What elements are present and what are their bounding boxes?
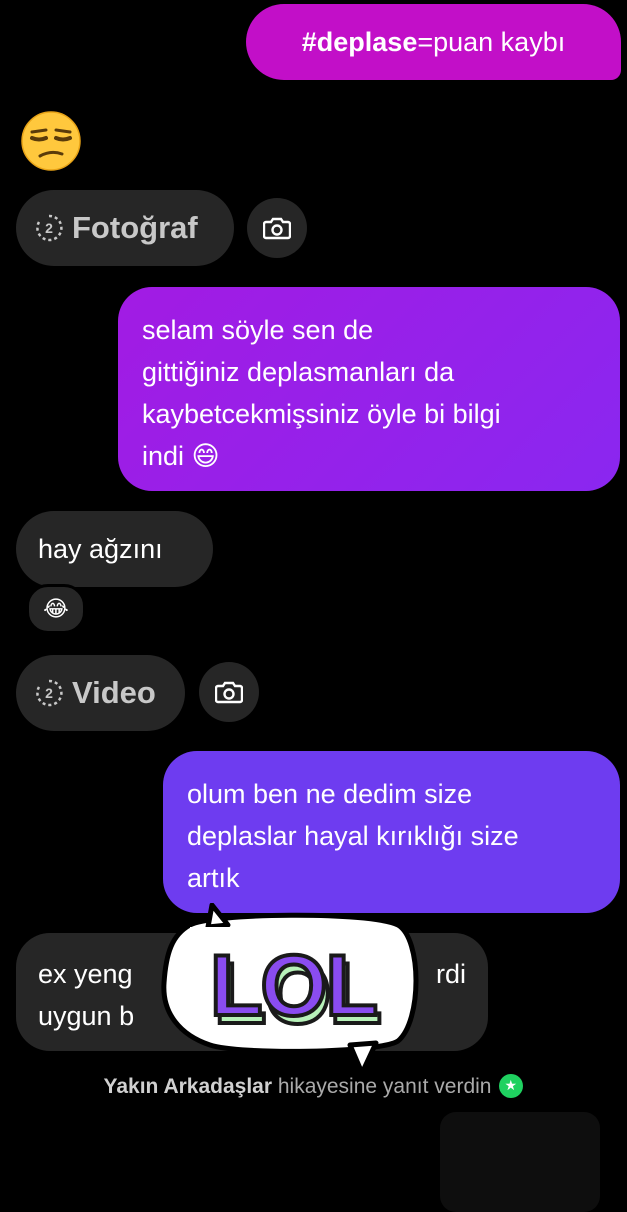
photo-label: Fotoğraf	[72, 210, 198, 245]
view-once-photo[interactable]: 2 Fotoğraf	[16, 190, 234, 266]
close-friends-label: Yakın Arkadaşlar	[103, 1075, 273, 1098]
svg-text:2: 2	[45, 220, 53, 236]
reaction-badge[interactable]: 😂	[26, 584, 86, 634]
incoming-message-1[interactable]: hay ağzını	[16, 511, 213, 587]
story-reply-text: hikayesine yanıt verdin	[272, 1075, 492, 1098]
sticker-text: LOL	[210, 938, 376, 1034]
message-text: =puan kaybı	[417, 27, 566, 57]
lol-sticker[interactable]: LOL LOL	[150, 902, 430, 1076]
hashtag-link[interactable]: #deplase	[302, 21, 418, 63]
camera-reply-button[interactable]	[199, 662, 259, 722]
camera-icon	[215, 681, 243, 704]
svg-text:2: 2	[45, 685, 53, 701]
close-friends-star-icon	[499, 1074, 524, 1098]
message-line: selam söyle sen de	[142, 315, 374, 345]
message-line: gittiğiniz deplasmanları da	[142, 357, 455, 387]
view-once-icon: 2	[36, 214, 63, 242]
story-thumbnail[interactable]	[440, 1112, 600, 1212]
message-text: hay ağzını	[38, 534, 163, 564]
message-text: ex yeng	[38, 959, 133, 989]
speech-bubble-sticker-icon: LOL LOL	[161, 902, 419, 1076]
unamused-emoji-message[interactable]	[20, 110, 82, 172]
message-line: artık	[187, 863, 240, 893]
message-line: indi 😄	[142, 441, 220, 471]
laughing-emoji-reaction: 😂	[43, 596, 69, 621]
story-reply-note: Yakın Arkadaşlar hikayesine yanıt verdin	[0, 1074, 627, 1099]
outgoing-message-3[interactable]: olum ben ne dedim size deplaslar hayal k…	[163, 751, 620, 913]
camera-icon	[263, 217, 291, 240]
outgoing-message-1[interactable]: #deplase =puan kaybı	[246, 4, 621, 80]
camera-reply-button[interactable]	[247, 198, 307, 258]
message-line: deplaslar hayal kırıklığı size	[187, 821, 519, 851]
video-label: Video	[72, 675, 156, 710]
unamused-face-icon	[21, 111, 81, 171]
view-once-icon: 2	[36, 679, 63, 707]
message-text: rdi	[436, 959, 467, 989]
view-once-video[interactable]: 2 Video	[16, 655, 185, 731]
outgoing-message-2[interactable]: selam söyle sen de gittiğiniz deplasmanl…	[118, 287, 620, 491]
message-line: olum ben ne dedim size	[187, 779, 473, 809]
message-line: kaybetcekmişsiniz öyle bi bilgi	[142, 399, 501, 429]
